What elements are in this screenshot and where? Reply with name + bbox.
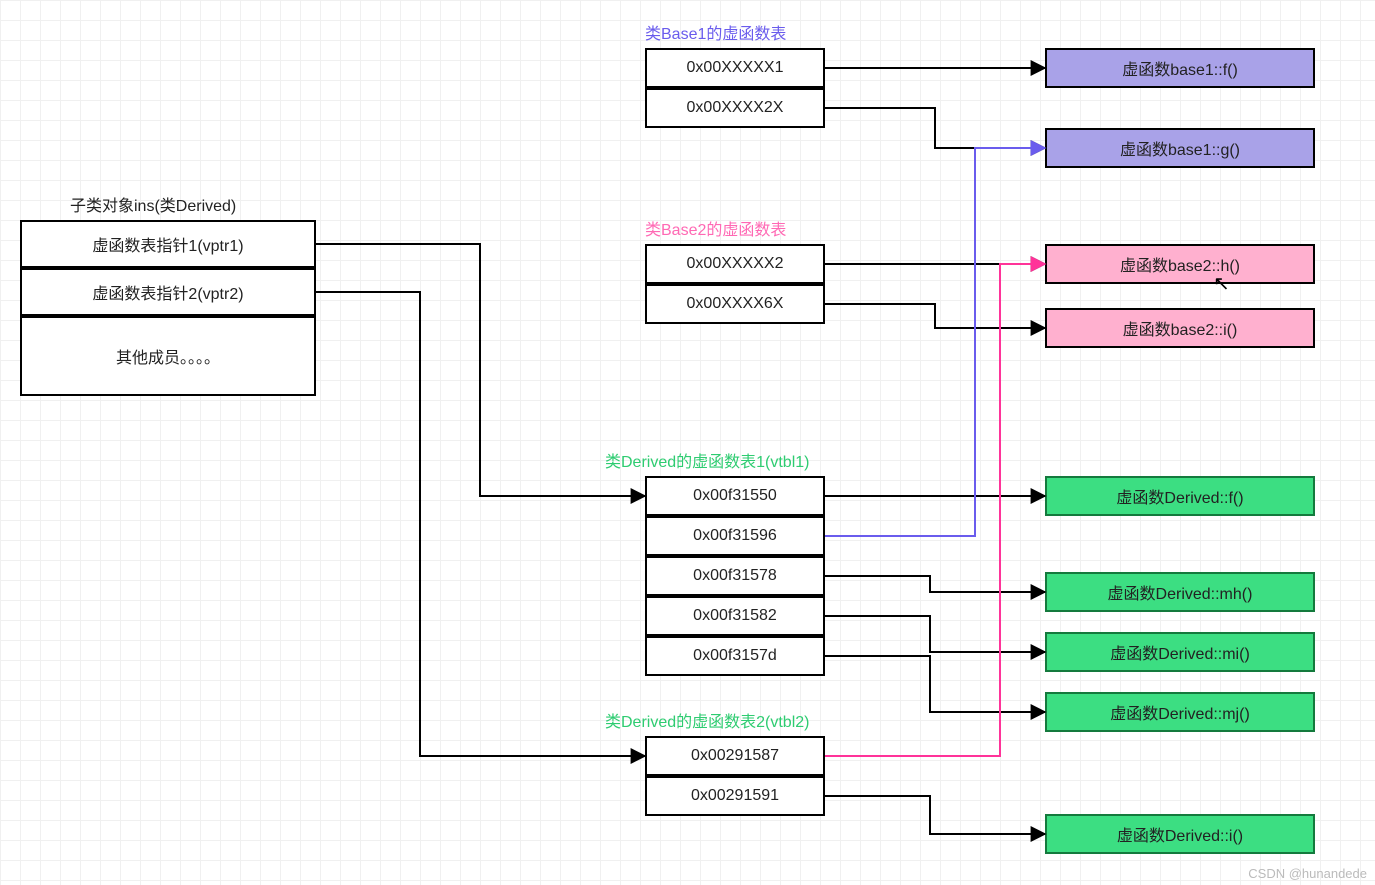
base2-row1: 0x00XXXX6X: [645, 284, 825, 324]
vtbl1-row1: 0x00f31596: [645, 516, 825, 556]
watermark: CSDN @hunandede: [1248, 866, 1367, 881]
vtbl1-row3: 0x00f31582: [645, 596, 825, 636]
fn-base1-f: 虚函数base1::f(): [1045, 48, 1315, 88]
fn-derived-f: 虚函数Derived::f(): [1045, 476, 1315, 516]
fn-derived-mi: 虚函数Derived::mi(): [1045, 632, 1315, 672]
vtbl1-row4: 0x00f3157d: [645, 636, 825, 676]
base1-title: 类Base1的虚函数表: [645, 20, 786, 44]
object-title: 子类对象ins(类Derived): [70, 192, 236, 216]
obj-row-vptr2: 虚函数表指针2(vptr2): [20, 268, 316, 316]
fn-base2-h: 虚函数base2::h(): [1045, 244, 1315, 284]
base1-row0: 0x00XXXXX1: [645, 48, 825, 88]
fn-base1-g: 虚函数base1::g(): [1045, 128, 1315, 168]
obj-row-vptr1: 虚函数表指针1(vptr1): [20, 220, 316, 268]
vtbl2-row1: 0x00291591: [645, 776, 825, 816]
vtbl1-row2: 0x00f31578: [645, 556, 825, 596]
base2-row0: 0x00XXXXX2: [645, 244, 825, 284]
fn-derived-i: 虚函数Derived::i(): [1045, 814, 1315, 854]
vtbl2-title: 类Derived的虚函数表2(vtbl2): [605, 708, 810, 732]
base1-row1: 0x00XXXX2X: [645, 88, 825, 128]
fn-derived-mj: 虚函数Derived::mj(): [1045, 692, 1315, 732]
fn-derived-mh: 虚函数Derived::mh(): [1045, 572, 1315, 612]
vtbl1-title: 类Derived的虚函数表1(vtbl1): [605, 448, 810, 472]
vtbl1-row0: 0x00f31550: [645, 476, 825, 516]
obj-row-other: 其他成员。。。。: [20, 316, 316, 396]
base2-title: 类Base2的虚函数表: [645, 216, 786, 240]
fn-base2-i: 虚函数base2::i(): [1045, 308, 1315, 348]
vtbl2-row0: 0x00291587: [645, 736, 825, 776]
